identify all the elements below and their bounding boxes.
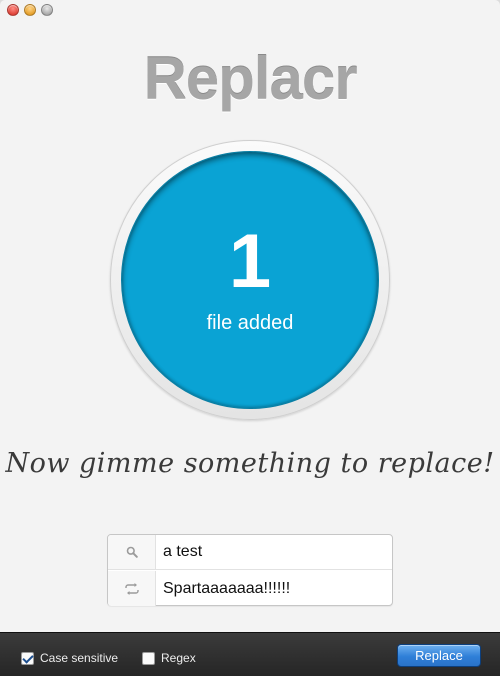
- search-icon: [108, 535, 156, 569]
- search-input[interactable]: [156, 535, 392, 569]
- minimize-window-button[interactable]: [24, 4, 36, 16]
- app-window: Replacr 1 file added Now gimme something…: [0, 0, 500, 676]
- app-title: Replacr: [143, 45, 357, 112]
- checkbox-checked-icon[interactable]: [21, 651, 34, 665]
- file-count-label: file added: [206, 312, 294, 334]
- search-row: [108, 535, 392, 570]
- drop-zone[interactable]: 1 file added: [110, 140, 390, 420]
- replace-row: [108, 571, 392, 606]
- close-window-button[interactable]: [7, 4, 19, 16]
- regex-label: Regex: [161, 651, 196, 665]
- file-count: 1: [228, 219, 272, 304]
- case-sensitive-label: Case sensitive: [40, 651, 119, 665]
- case-sensitive-checkbox[interactable]: Case sensitive: [21, 651, 118, 665]
- file-counter-circle: 1 file added: [121, 151, 379, 409]
- bottom-toolbar: Case sensitive Regex Replace: [0, 632, 500, 676]
- replace-input[interactable]: [156, 571, 392, 606]
- zoom-window-button[interactable]: [41, 4, 53, 16]
- checkbox-unchecked-icon[interactable]: [142, 651, 155, 665]
- repeat-icon: [108, 571, 156, 606]
- replace-button[interactable]: Replace: [397, 644, 481, 667]
- instruction-text: Now gimme something to replace!: [5, 448, 495, 479]
- replace-fields: [107, 534, 393, 606]
- window-controls: [7, 4, 53, 16]
- regex-checkbox[interactable]: Regex: [142, 651, 196, 665]
